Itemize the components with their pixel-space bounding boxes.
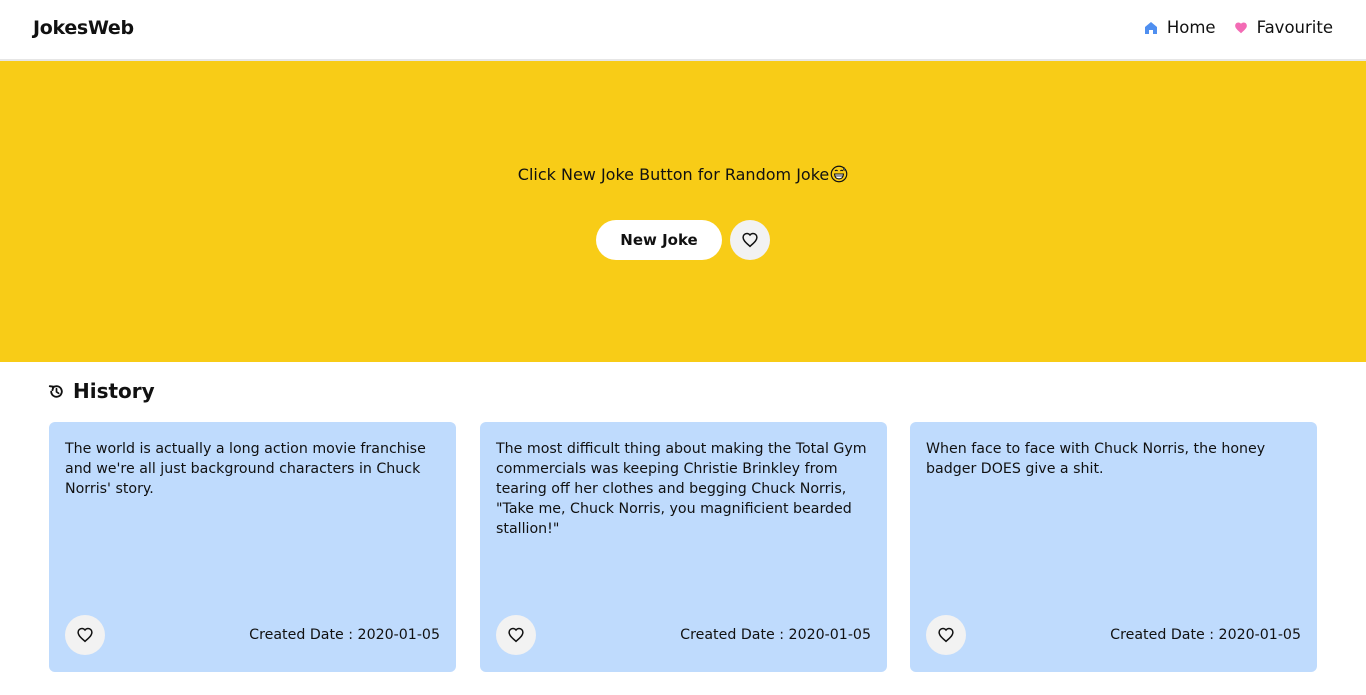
created-date: Created Date : 2020-01-05 bbox=[249, 627, 440, 643]
card-favourite-button[interactable] bbox=[65, 615, 105, 655]
created-date: Created Date : 2020-01-05 bbox=[1110, 627, 1301, 643]
nav-favourite-link[interactable]: Favourite bbox=[1234, 18, 1333, 37]
hero-actions: New Joke bbox=[0, 220, 1366, 260]
heart-outline-icon bbox=[76, 626, 94, 644]
brand-logo[interactable]: JokesWeb bbox=[33, 17, 134, 39]
nav-favourite-label: Favourite bbox=[1256, 18, 1333, 37]
history-card: The most difficult thing about making th… bbox=[480, 422, 887, 672]
history-heading: History bbox=[48, 379, 155, 403]
history-card: When face to face with Chuck Norris, the… bbox=[910, 422, 1317, 672]
top-navbar: JokesWeb Home Favourite bbox=[0, 0, 1366, 61]
joke-prompt-text: Click New Joke Button for Random Joke bbox=[517, 165, 830, 184]
history-icon bbox=[48, 383, 65, 400]
nav-links: Home Favourite bbox=[1144, 18, 1333, 37]
grinning-sweat-emoji-icon bbox=[830, 165, 848, 183]
joke-text: The most difficult thing about making th… bbox=[496, 441, 867, 537]
nav-home-label: Home bbox=[1166, 18, 1216, 37]
history-card: The world is actually a long action movi… bbox=[49, 422, 456, 672]
new-joke-button[interactable]: New Joke bbox=[596, 220, 722, 260]
heart-outline-icon bbox=[937, 626, 955, 644]
favourite-joke-button[interactable] bbox=[730, 220, 770, 260]
nav-home-link[interactable]: Home bbox=[1144, 18, 1216, 37]
history-title-text: History bbox=[73, 379, 155, 403]
joke-text: The world is actually a long action movi… bbox=[65, 441, 426, 497]
joke-text: When face to face with Chuck Norris, the… bbox=[926, 441, 1266, 477]
hero-banner: Click New Joke Button for Random Joke Ne… bbox=[0, 61, 1366, 362]
card-favourite-button[interactable] bbox=[926, 615, 966, 655]
card-favourite-button[interactable] bbox=[496, 615, 536, 655]
heart-outline-icon bbox=[741, 231, 759, 249]
heart-outline-icon bbox=[507, 626, 525, 644]
created-date: Created Date : 2020-01-05 bbox=[680, 627, 871, 643]
heart-filled-icon bbox=[1234, 21, 1248, 35]
home-icon bbox=[1144, 21, 1158, 35]
joke-display: Click New Joke Button for Random Joke bbox=[0, 165, 1366, 184]
